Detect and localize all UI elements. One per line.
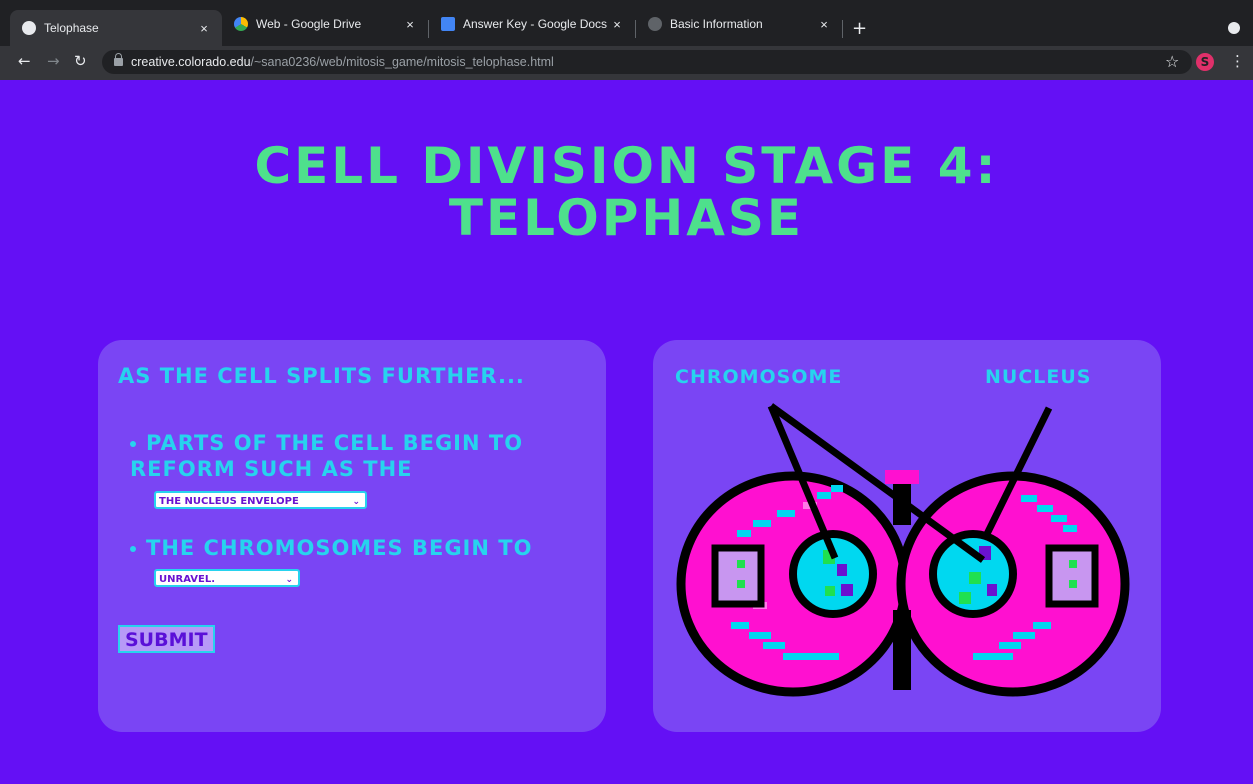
back-icon[interactable]: ← <box>18 52 31 70</box>
chevron-down-icon: ⌄ <box>285 575 293 585</box>
close-tab-icon[interactable]: × <box>816 17 832 32</box>
select-value: UNRAVEL. <box>159 574 215 585</box>
reload-icon[interactable]: ↻ <box>74 52 87 70</box>
google-drive-icon <box>234 17 248 31</box>
globe-icon <box>648 17 662 31</box>
tab-title: Web - Google Drive <box>256 17 362 31</box>
bullet-icon <box>130 546 136 552</box>
right-nucleus <box>929 530 1017 618</box>
menu-icon[interactable]: ⋮ <box>1230 52 1245 70</box>
close-tab-icon[interactable]: × <box>609 17 625 32</box>
tab-basic-information[interactable]: Basic Information × <box>636 8 842 40</box>
tab-google-drive[interactable]: Web - Google Drive × <box>222 8 428 40</box>
close-tab-icon[interactable]: × <box>196 21 212 36</box>
forward-icon[interactable]: → <box>47 52 60 70</box>
bullet-text: THE CHROMOSOMES BEGIN TO <box>146 536 533 560</box>
submit-button[interactable]: SUBMIT <box>118 625 215 653</box>
bullet-item-2: THE CHROMOSOMES BEGIN TO <box>130 535 532 561</box>
bullet-text: PARTS OF THE CELL BEGIN TO <box>146 431 524 455</box>
page-content: CELL DIVISION STAGE 4: TELOPHASE AS THE C… <box>0 80 1253 784</box>
diagram-panel: CHROMOSOME NUCLEUS <box>653 340 1161 732</box>
telophase-cell-illustration <box>676 403 1130 697</box>
page-title: CELL DIVISION STAGE 4: TELOPHASE <box>0 140 1253 244</box>
bookmark-star-icon[interactable]: ☆ <box>1165 52 1179 71</box>
tab-search-icon[interactable] <box>1228 22 1240 34</box>
title-line-1: CELL DIVISION STAGE 4: <box>254 137 999 195</box>
title-line-2: TELOPHASE <box>448 189 805 247</box>
new-tab-button[interactable]: + <box>852 18 867 39</box>
bullet-text: REFORM SUCH AS THE <box>130 457 413 481</box>
right-centrosome <box>1045 544 1099 608</box>
bullet-icon <box>130 441 136 447</box>
url-host: creative.colorado.edu <box>131 55 251 69</box>
toolbar: ← → ↻ creative.colorado.edu/~sana0236/we… <box>0 46 1253 80</box>
cleavage-furrow-bottom <box>893 610 911 690</box>
chevron-down-icon: ⌄ <box>352 497 360 507</box>
bullet-item-1: PARTS OF THE CELL BEGIN TO REFORM SUCH A… <box>130 430 523 482</box>
cell-bridge-top <box>885 470 919 484</box>
tab-title: Basic Information <box>670 17 763 31</box>
select-value: THE NUCLEUS ENVELOPE <box>159 496 299 507</box>
nucleus-envelope-select[interactable]: THE NUCLEUS ENVELOPE ⌄ <box>154 491 367 509</box>
tab-answer-key[interactable]: Answer Key - Google Docs × <box>429 8 635 40</box>
url-path: /~sana0236/web/mitosis_game/mitosis_telo… <box>250 55 554 69</box>
lock-icon <box>114 53 123 66</box>
globe-icon <box>22 21 36 35</box>
google-docs-icon <box>441 17 455 31</box>
extension-icon[interactable]: S <box>1196 53 1214 71</box>
tab-title: Answer Key - Google Docs <box>463 17 608 31</box>
left-centrosome <box>711 544 765 608</box>
tab-title: Telophase <box>44 21 99 35</box>
close-tab-icon[interactable]: × <box>402 17 418 32</box>
tab-telophase[interactable]: Telophase × <box>10 10 222 46</box>
browser-chrome: Telophase × Web - Google Drive × Answer … <box>0 0 1253 80</box>
panel-heading: AS THE CELL SPLITS FURTHER... <box>118 364 525 388</box>
address-bar[interactable]: creative.colorado.edu/~sana0236/web/mito… <box>102 50 1192 74</box>
chromosomes-select[interactable]: UNRAVEL. ⌄ <box>154 569 300 587</box>
tab-separator <box>842 20 843 38</box>
question-panel: AS THE CELL SPLITS FURTHER... PARTS OF T… <box>98 340 606 732</box>
